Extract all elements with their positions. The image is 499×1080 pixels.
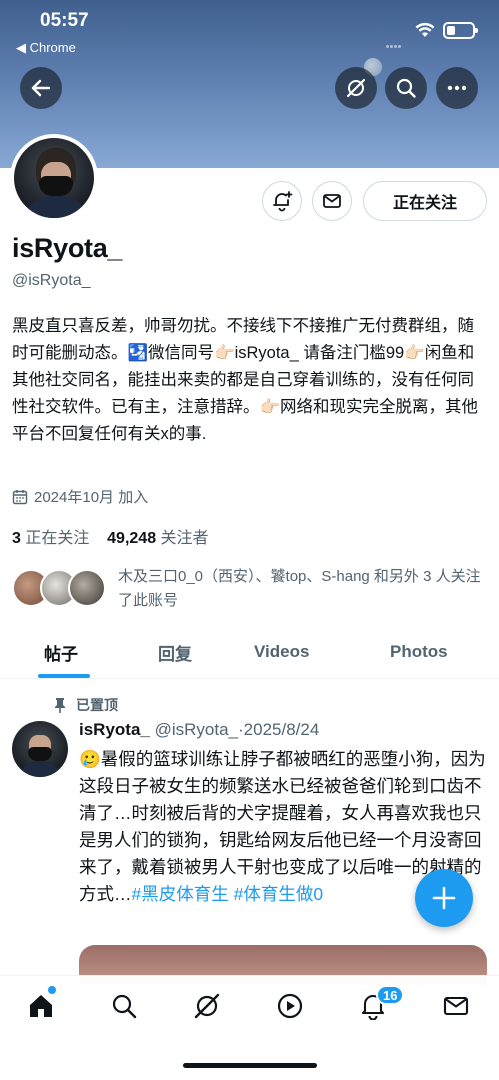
search-icon <box>396 78 416 98</box>
post-author-handle[interactable]: @isRyota_ <box>155 720 238 739</box>
notify-button[interactable] <box>262 181 302 221</box>
back-arrow-icon <box>31 79 51 97</box>
envelope-icon <box>323 194 341 208</box>
home-indicator <box>183 1063 317 1068</box>
more-icon <box>447 85 467 91</box>
pinned-label: 已置顶 <box>76 697 118 713</box>
nav-search[interactable] <box>109 991 139 1021</box>
status-bar: 05:57 ◀ Chrome <box>0 0 499 60</box>
joined-date: 2024年10月 加入 <box>12 486 148 507</box>
grok-button[interactable] <box>335 67 377 109</box>
calendar-icon <box>12 489 28 504</box>
compose-post-button[interactable] <box>415 869 473 927</box>
signal-icon <box>386 35 408 48</box>
mutual-avatar <box>68 569 106 607</box>
following-button[interactable]: 正在关注 <box>363 181 487 221</box>
post-author-name[interactable]: isRyota_ <box>79 720 150 739</box>
search-button[interactable] <box>385 67 427 109</box>
status-time: 05:57 <box>40 10 89 31</box>
plus-icon <box>432 886 456 910</box>
profile-bio: 黑皮直只喜反差，帅哥勿扰。不接线下不接推广无付费群组，随时可能删动态。🛂微信同号… <box>12 317 479 443</box>
back-to-app-link[interactable]: ◀ Chrome <box>16 40 76 56</box>
grok-icon <box>346 78 366 98</box>
hashtag-link[interactable]: #体育生做0 <box>234 884 323 904</box>
tab-videos[interactable]: Videos <box>254 626 309 678</box>
pin-icon <box>55 698 65 713</box>
bell-plus-icon <box>273 191 293 212</box>
nav-home[interactable] <box>26 991 56 1021</box>
messages-icon <box>443 996 469 1016</box>
notification-badge: 16 <box>376 985 405 1005</box>
post-date[interactable]: ·2025/8/24 <box>238 720 319 739</box>
profile-avatar[interactable] <box>10 134 98 222</box>
followers-stat[interactable]: 49,248 关注者 <box>107 530 208 547</box>
hashtag-link[interactable]: #黑皮体育生 <box>132 884 229 904</box>
tab-photos[interactable]: Photos <box>390 626 448 678</box>
joined-text: 2024年10月 加入 <box>34 489 149 506</box>
pinned-indicator: 已置顶 <box>54 695 118 715</box>
display-name: isRyota_ <box>12 233 123 263</box>
home-icon <box>30 995 52 1017</box>
post-author-avatar[interactable] <box>12 721 68 777</box>
follow-stats: 3 正在关注 49,248 关注者 <box>12 524 209 548</box>
wifi-icon <box>415 22 435 37</box>
nav-grok[interactable] <box>192 991 222 1021</box>
video-icon <box>277 993 303 1019</box>
tab-replies[interactable]: 回复 <box>158 626 192 678</box>
tab-posts[interactable]: 帖子 <box>44 626 78 678</box>
profile-handle: @isRyota_ <box>12 272 91 289</box>
post-header: isRyota_ @isRyota_·2025/8/24 <box>79 720 319 740</box>
home-unread-dot <box>48 986 56 994</box>
battery-icon <box>443 22 478 39</box>
following-stat[interactable]: 3 正在关注 <box>12 530 89 547</box>
active-tab-indicator <box>38 674 90 678</box>
grok-icon <box>194 993 220 1019</box>
followers-you-know-text: 木及三口0_0（西安）、饕top、S-hang 和另外 3 人关注了此账号 <box>118 568 481 609</box>
more-button[interactable] <box>436 67 478 109</box>
followers-you-know[interactable]: 木及三口0_0（西安）、饕top、S-hang 和另外 3 人关注了此账号 <box>12 565 492 617</box>
profile-tabs: 帖子 回复 Videos Photos <box>0 626 499 679</box>
nav-video[interactable] <box>275 991 305 1021</box>
search-icon <box>112 994 137 1019</box>
back-button[interactable] <box>20 67 62 109</box>
nav-messages[interactable] <box>441 991 471 1021</box>
message-button[interactable] <box>312 181 352 221</box>
